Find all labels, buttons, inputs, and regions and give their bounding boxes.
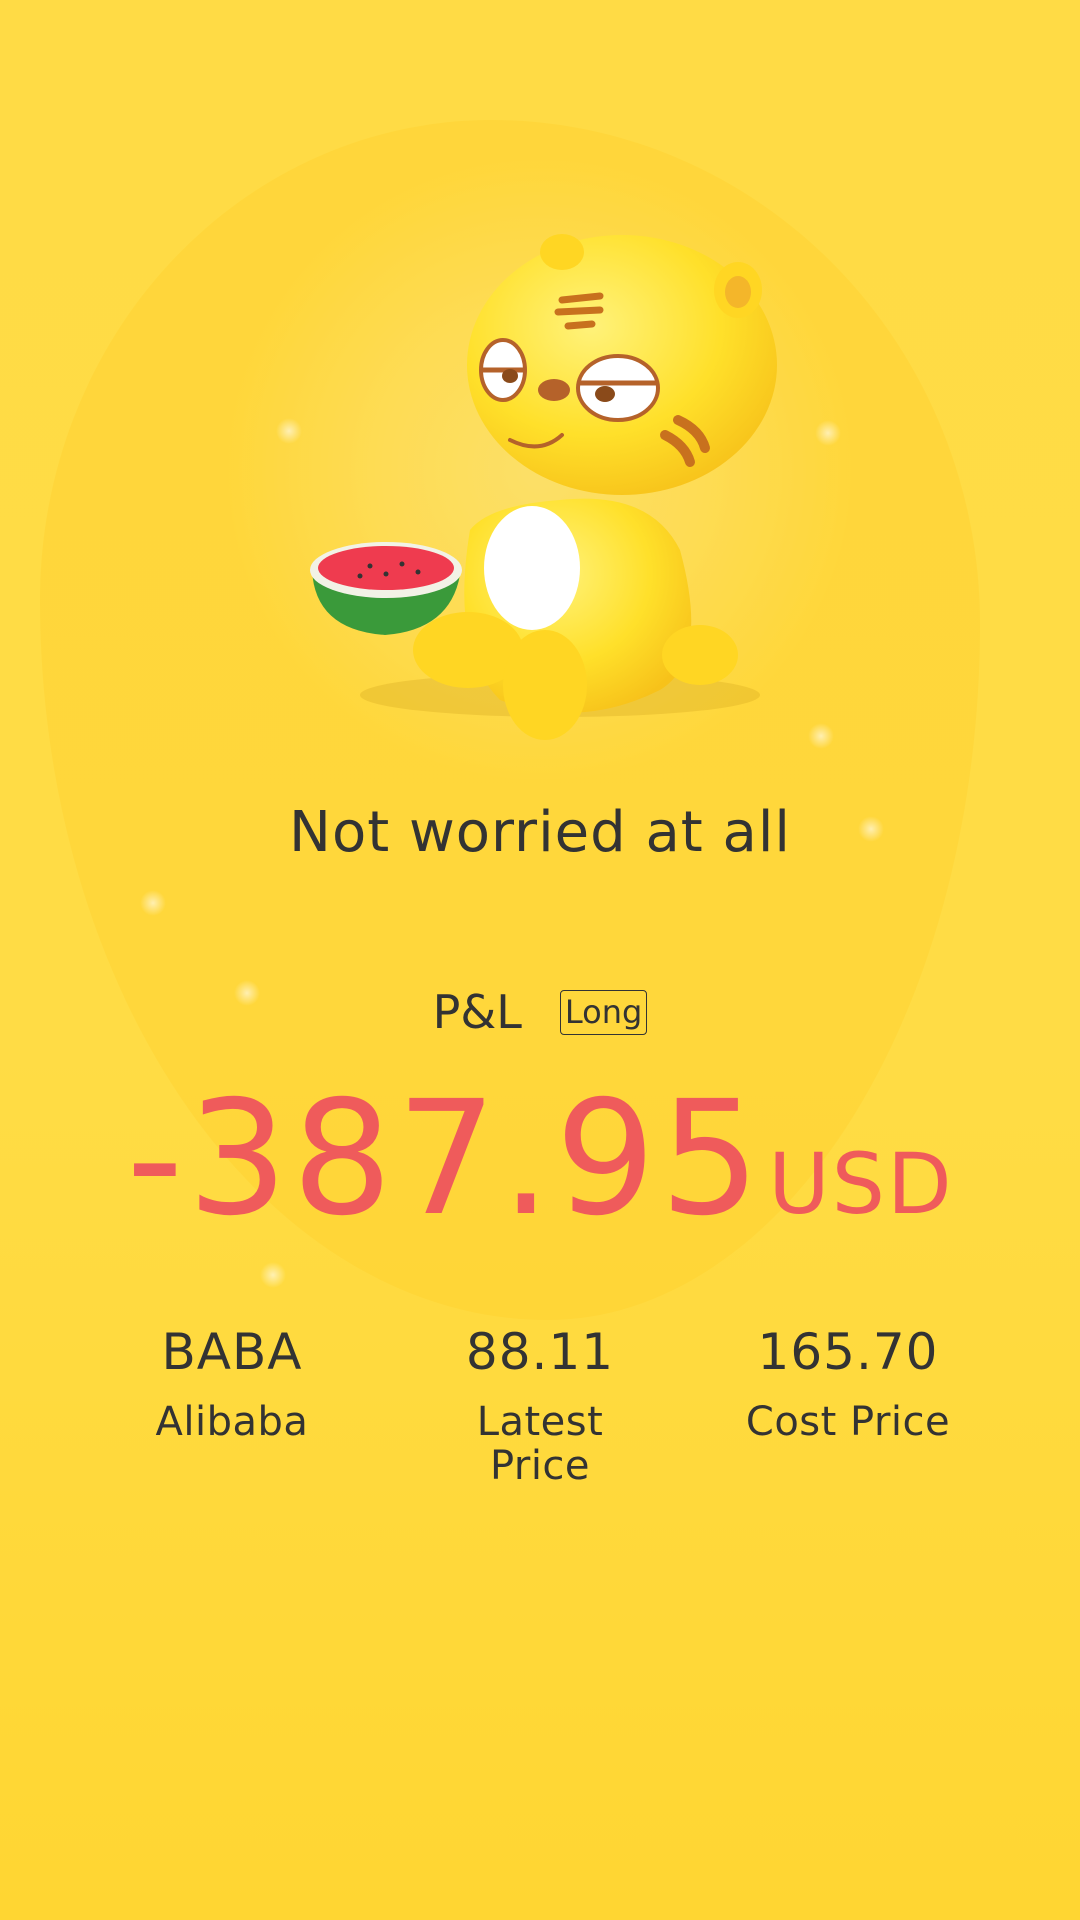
stat-value: 88.11 [465, 1323, 615, 1381]
stat-label: Cost Price [745, 1399, 951, 1445]
stats-row: BABA Alibaba 88.11 Latest Price 165.70 C… [82, 1320, 998, 1488]
tiger-mascot-icon [310, 234, 777, 740]
stat-latest-price: 88.11 Latest Price [390, 1320, 690, 1488]
position-badge: Long [559, 989, 648, 1035]
pl-label: P&L [432, 985, 522, 1039]
stat-symbol: BABA Alibaba [82, 1320, 382, 1488]
pl-amount-value: -387.95 [126, 1067, 765, 1251]
stat-label: Latest Price [476, 1399, 604, 1489]
sparkle [140, 890, 166, 916]
stat-cost-price: 165.70 Cost Price [698, 1320, 998, 1488]
sparkle [276, 418, 302, 444]
stat-value: BABA [161, 1323, 303, 1381]
pl-currency: USD [768, 1135, 954, 1233]
stat-label: Alibaba [155, 1399, 309, 1445]
sparkle [815, 420, 841, 446]
sparkle [260, 1262, 286, 1288]
mood-message: Not worried at all [289, 800, 791, 865]
pl-header: P&L Long [0, 985, 1080, 1039]
sparkle [808, 723, 834, 749]
pl-amount: -387.95 USD [0, 1080, 1080, 1238]
stat-value: 165.70 [757, 1323, 939, 1381]
